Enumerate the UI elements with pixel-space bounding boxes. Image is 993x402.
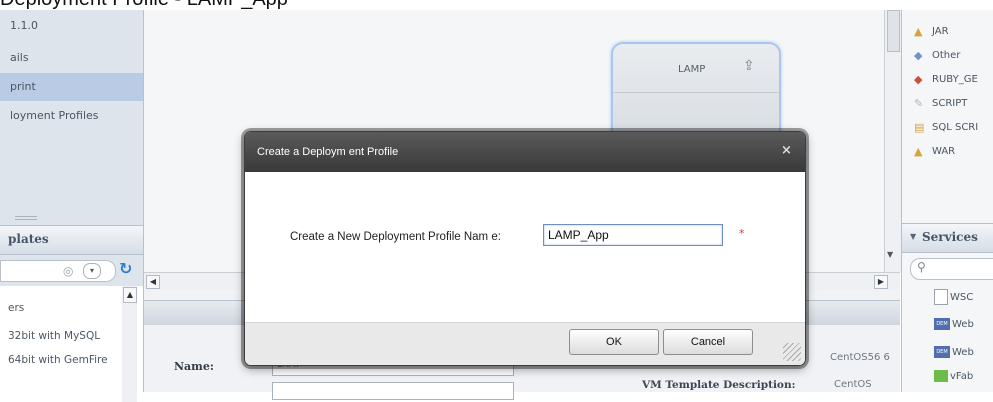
dialog-body: Create a New Deployment Profile Nam e: * <box>245 172 805 322</box>
dialog-title: Create a Deploym ent Profile <box>257 146 399 158</box>
close-icon[interactable]: × <box>781 143 792 158</box>
dialog-footer: OK Cancel <box>245 322 805 365</box>
profile-name-label: Create a New Deployment Profile Nam e: <box>290 231 501 243</box>
profile-name-input[interactable] <box>543 224 723 246</box>
cancel-button[interactable]: Cancel <box>663 329 753 355</box>
resize-grip-icon[interactable] <box>783 343 801 361</box>
create-deployment-profile-dialog: Create a Deploym ent Profile × Create a … <box>244 131 806 366</box>
required-indicator: * <box>739 227 745 240</box>
ok-button[interactable]: OK <box>569 329 659 355</box>
modal-overlay: Create a Deploym ent Profile × Create a … <box>0 0 993 392</box>
dialog-title-bar[interactable]: Create a Deploym ent Profile × <box>245 132 805 172</box>
